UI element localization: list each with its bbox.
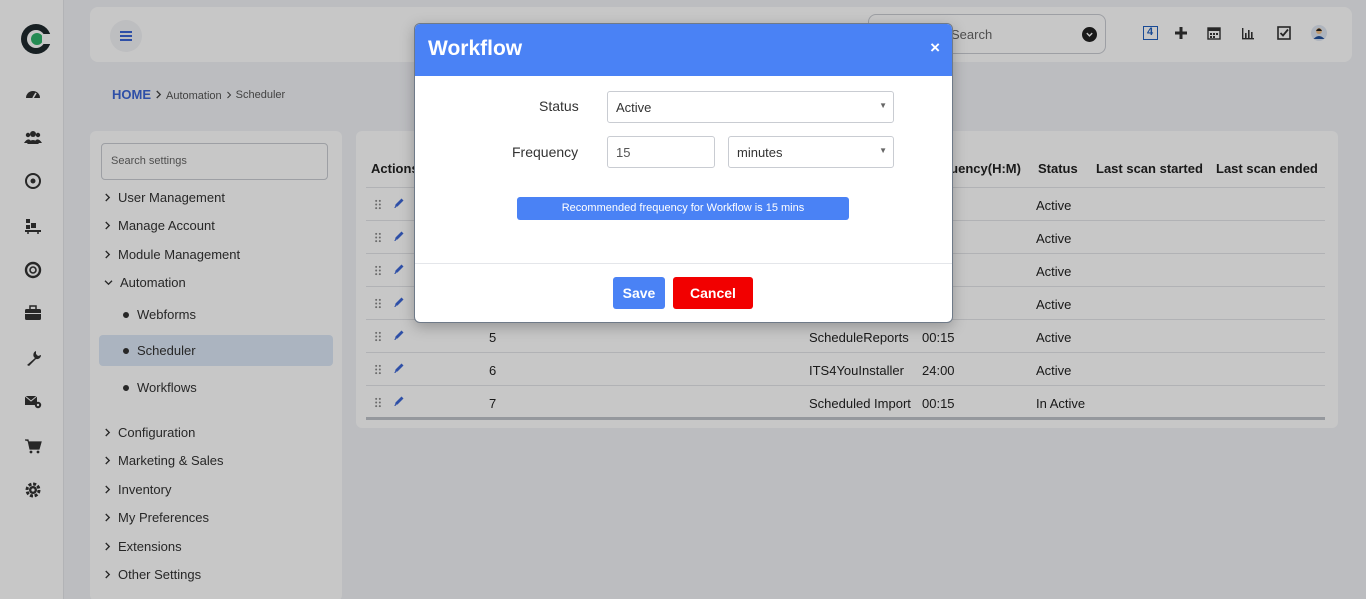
dropdown-arrow-icon: ▼: [879, 146, 887, 155]
save-button[interactable]: Save: [613, 277, 665, 309]
close-icon[interactable]: ×: [930, 38, 940, 58]
recommended-frequency-hint: Recommended frequency for Workflow is 15…: [517, 197, 849, 220]
frequency-input[interactable]: 15: [607, 136, 715, 168]
frequency-unit-value: minutes: [737, 145, 783, 160]
workflow-modal: Workflow × Status Active ▼ Frequency 15 …: [414, 23, 953, 323]
modal-footer-divider: [415, 263, 952, 264]
status-label: Status: [539, 98, 579, 114]
cancel-button[interactable]: Cancel: [673, 277, 753, 309]
status-select-value: Active: [616, 100, 652, 115]
status-select[interactable]: Active ▼: [607, 91, 894, 123]
modal-header: Workflow ×: [415, 24, 952, 76]
modal-title: Workflow: [428, 37, 523, 60]
dropdown-arrow-icon: ▼: [879, 101, 887, 110]
frequency-unit-select[interactable]: minutes ▼: [728, 136, 894, 168]
frequency-input-value: 15: [616, 145, 631, 160]
frequency-label: Frequency: [512, 144, 579, 160]
